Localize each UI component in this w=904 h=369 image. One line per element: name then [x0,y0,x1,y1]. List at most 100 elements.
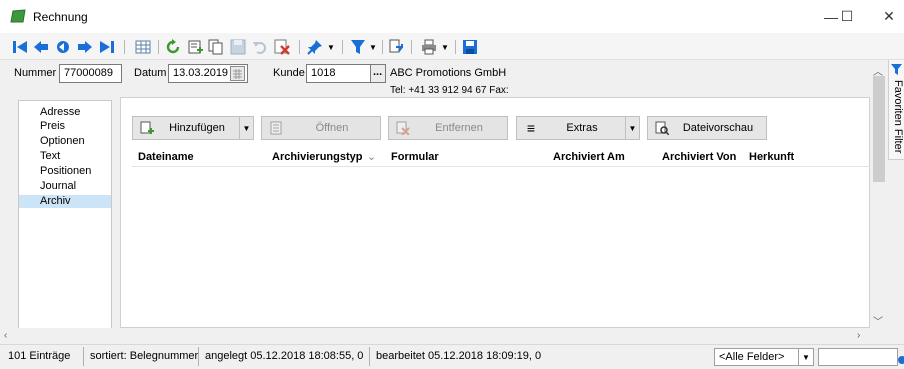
toolbar-separator [455,40,456,54]
copy-record-button[interactable] [207,38,225,56]
nav-item-label: Journal [40,180,77,192]
refresh-button[interactable] [164,38,182,56]
print-button[interactable] [420,38,438,56]
extras-dropdown-button[interactable]: ▼ [625,117,639,139]
chevron-down-icon: ▼ [441,42,449,52]
table-view-button[interactable] [134,38,152,56]
next-record-icon [78,41,92,53]
nav-item-journal[interactable]: Journal [19,180,111,193]
back-icon [57,41,69,53]
preview-button[interactable]: Dateivorschau [647,116,767,140]
customer-lookup-button[interactable]: ... [370,64,386,83]
datum-value: 13.03.2019 [173,67,229,79]
last-record-button[interactable] [98,38,116,56]
sort-indicator-icon: ⌄ [367,151,377,163]
maximize-icon: ☐ [840,8,854,24]
first-record-button[interactable] [11,38,29,56]
scroll-down-icon[interactable]: ﹀ [873,313,883,328]
previous-record-icon [34,41,48,53]
open-button-label: Öffnen [315,122,349,134]
undo-button[interactable] [251,38,269,56]
back-button[interactable] [54,38,72,56]
preview-button-label: Dateivorschau [682,122,754,134]
column-header-herkunft[interactable]: Herkunft [749,148,794,166]
kunde-field[interactable]: 1018 [306,64,371,83]
scroll-right-icon[interactable]: › [857,330,860,341]
toolbar-separator [124,40,125,54]
status-separator [369,347,370,366]
column-header-archiviert-am[interactable]: Archiviert Am [553,148,625,166]
undo-icon [253,42,266,54]
nav-item-label: Text [40,150,61,162]
favorites-filter-icon [891,64,902,75]
window-title: Rechnung [33,10,88,24]
remove-button-label: Entfernen [435,122,483,134]
filter-button[interactable] [349,38,367,56]
horizontal-scrollbar[interactable] [0,328,870,343]
last-record-icon [100,41,114,53]
save-button[interactable] [229,38,247,56]
table-view-icon [135,40,151,54]
export-button[interactable] [387,38,405,56]
chevron-down-icon: ▼ [628,123,637,133]
column-header-archiviert-von[interactable]: Archiviert Von [662,148,736,166]
remove-button[interactable]: Entfernen [388,116,508,140]
calendar-icon[interactable] [230,66,245,81]
status-sort-order: sortiert: Belegnummer [90,350,199,362]
remove-file-icon [396,121,410,135]
extras-button[interactable]: ≡ Extras ▼ [516,116,640,140]
print-icon [422,39,436,55]
title-bar: Rechnung — ☐ ✕ [0,0,904,33]
field-filter-dropdown-button[interactable]: ▼ [798,349,813,365]
header-divider [132,166,870,167]
chevron-down-icon: ▼ [369,42,377,52]
vertical-scroll-thumb[interactable] [873,76,885,182]
next-record-button[interactable] [76,38,94,56]
nav-item-optionen[interactable]: Optionen [19,135,111,148]
scroll-left-icon[interactable]: ‹ [4,330,7,341]
maximize-button[interactable]: ☐ [824,0,870,33]
first-record-icon [13,41,27,53]
open-button[interactable]: Öffnen [261,116,381,140]
refresh-icon [166,39,180,54]
toolbar: ▼ ▼ ▼ [0,33,904,60]
app-icon [10,9,26,23]
delete-button[interactable] [273,38,291,56]
pin-dropdown-button[interactable]: ▼ [326,38,336,56]
nav-item-label: Preis [40,120,66,132]
toolbar-separator [382,40,383,54]
save-icon [230,39,246,55]
filter-icon [351,40,365,54]
print-dropdown-button[interactable]: ▼ [440,38,450,56]
new-record-icon [188,40,203,54]
chevron-down-icon: ▼ [802,352,810,362]
status-created: angelegt 05.12.2018 18:08:55, 0 [205,350,364,362]
nummer-field[interactable]: 77000089 [59,64,122,83]
nav-item-archiv[interactable]: Archiv [19,195,111,208]
chevron-down-icon: ▼ [242,123,251,133]
search-icon[interactable] [896,355,904,365]
menu-icon: ≡ [526,120,536,136]
column-header-dateiname[interactable]: Dateiname [138,148,194,166]
disk-button[interactable] [461,38,479,56]
column-header-archivierungstyp[interactable]: Archivierungstyp [272,148,362,166]
nav-item-preis[interactable]: Preis [19,120,111,133]
add-button[interactable]: Hinzufügen ▼ [132,116,254,140]
status-separator [198,347,199,366]
previous-record-button[interactable] [32,38,50,56]
search-input[interactable] [818,348,898,366]
new-record-button[interactable] [186,38,204,56]
filter-dropdown-button[interactable]: ▼ [368,38,378,56]
pin-button[interactable] [306,38,324,56]
nav-item-label: Positionen [40,165,92,177]
disk-icon [463,40,477,54]
add-dropdown-button[interactable]: ▼ [239,117,253,139]
customer-contact: Tel: +41 33 912 94 67 Fax: [390,85,509,96]
nav-item-text[interactable]: Text [19,150,111,163]
nav-item-positionen[interactable]: Positionen [19,165,111,178]
nav-item-label: Adresse [40,106,81,118]
delete-icon [274,39,290,55]
nav-item-adresse[interactable]: Adresse [19,106,111,119]
column-header-formular[interactable]: Formular [391,148,439,166]
close-button[interactable]: ✕ [866,0,904,33]
